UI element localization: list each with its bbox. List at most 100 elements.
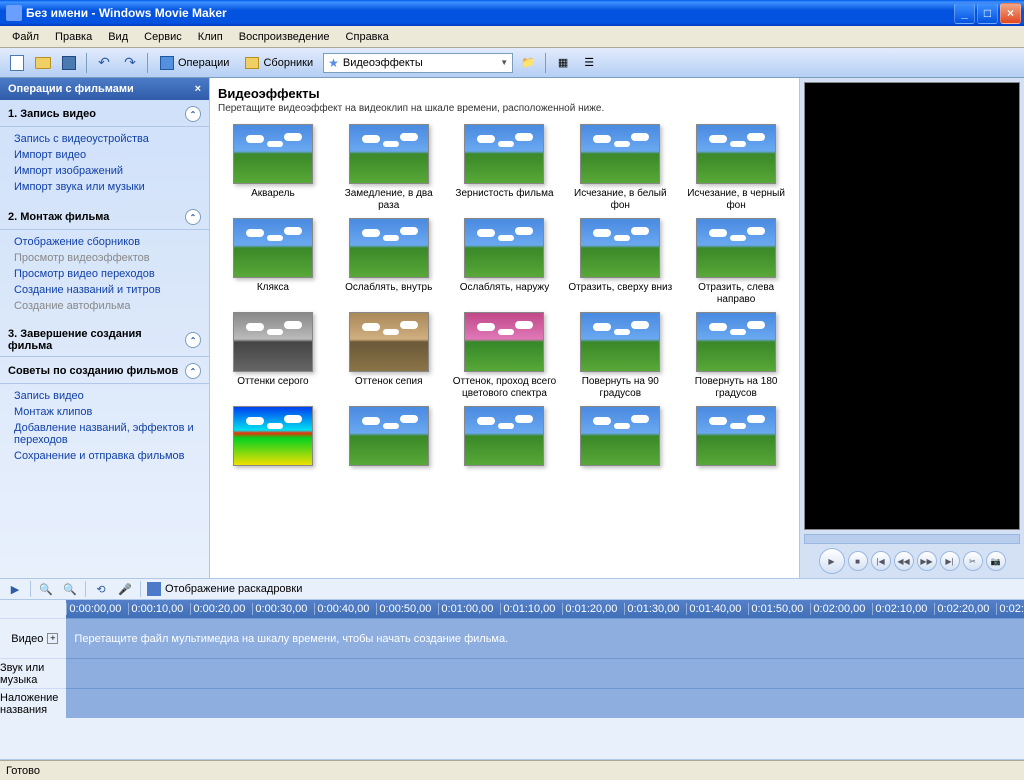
effect-item[interactable]: Ослаблять, наружу — [450, 218, 560, 306]
collapse-button[interactable]: ⌃ — [185, 363, 201, 379]
effect-item[interactable]: Исчезание, в черный фон — [681, 124, 791, 212]
effect-thumbnail — [696, 124, 776, 184]
sidebar-link[interactable]: Запись с видеоустройства — [14, 131, 201, 147]
time-tick: 0:00:20,00 — [190, 603, 252, 615]
sidebar-link[interactable]: Монтаж клипов — [14, 404, 201, 420]
up-button[interactable]: 📁 — [517, 52, 539, 74]
open-button[interactable] — [32, 52, 54, 74]
sidebar-close-button[interactable]: × — [195, 83, 201, 95]
menu-item[interactable]: Справка — [338, 29, 397, 45]
location-dropdown[interactable]: ★ Видеоэффекты ▼ — [323, 53, 513, 73]
menu-item[interactable]: Сервис — [136, 29, 190, 45]
status-text: Готово — [6, 765, 40, 777]
save-icon — [62, 56, 76, 70]
maximize-button[interactable]: □ — [977, 3, 998, 24]
next-button[interactable]: ▶| — [940, 551, 960, 571]
undo-button[interactable]: ↶ — [93, 52, 115, 74]
timeline-play-button[interactable]: ▶ — [6, 580, 24, 598]
view-details-button[interactable]: ☰ — [578, 52, 600, 74]
sidebar-section-header: 2. Монтаж фильма⌃ — [0, 203, 209, 230]
forward-button[interactable]: ▶▶ — [917, 551, 937, 571]
expand-video-button[interactable]: + — [47, 633, 58, 644]
split-button[interactable]: ✂ — [963, 551, 983, 571]
separator — [30, 581, 31, 597]
effect-item[interactable]: Отразить, сверху вниз — [565, 218, 675, 306]
stop-button[interactable]: ■ — [848, 551, 868, 571]
play-button[interactable]: ▶ — [819, 548, 845, 574]
effect-item[interactable]: Замедление, в два раза — [334, 124, 444, 212]
tasks-button[interactable]: Операции — [154, 54, 235, 72]
menu-item[interactable]: Клип — [190, 29, 231, 45]
view-thumbs-button[interactable]: ▦ — [552, 52, 574, 74]
menu-item[interactable]: Вид — [100, 29, 136, 45]
time-ruler[interactable]: 0:00:00,000:00:10,000:00:20,000:00:30,00… — [66, 600, 1024, 618]
effect-item[interactable]: Оттенок, проход всего цветового спектра — [450, 312, 560, 400]
menu-item[interactable]: Правка — [47, 29, 100, 45]
rewind-button[interactable]: ◀◀ — [894, 551, 914, 571]
effect-item[interactable]: Оттенки серого — [218, 312, 328, 400]
effect-item[interactable] — [565, 406, 675, 494]
redo-button[interactable]: ↷ — [119, 52, 141, 74]
save-button[interactable] — [58, 52, 80, 74]
effect-item[interactable]: Повернуть на 180 градусов — [681, 312, 791, 400]
tracks-area[interactable]: 0:00:00,000:00:10,000:00:20,000:00:30,00… — [66, 600, 1024, 759]
narrate-button[interactable]: 🎤 — [116, 580, 134, 598]
storyboard-toggle[interactable]: Отображение раскадровки — [147, 582, 302, 596]
effect-item[interactable] — [218, 406, 328, 494]
new-button[interactable] — [6, 52, 28, 74]
undo-icon: ↶ — [98, 54, 110, 71]
collapse-button[interactable]: ⌃ — [185, 332, 201, 348]
zoom-out-button[interactable]: 🔍 — [61, 580, 79, 598]
effect-label: Замедление, в два раза — [334, 188, 444, 212]
sidebar-link[interactable]: Запись видео — [14, 388, 201, 404]
effect-item[interactable]: Зернистость фильма — [450, 124, 560, 212]
time-tick: 0:01:10,00 — [500, 603, 562, 615]
tasks-label: Операции — [178, 57, 229, 69]
sidebar-link[interactable]: Импорт звука или музыки — [14, 179, 201, 195]
title-track[interactable] — [66, 688, 1024, 718]
effect-label — [565, 470, 675, 494]
sidebar-section-header: 1. Запись видео⌃ — [0, 100, 209, 127]
close-button[interactable]: × — [1000, 3, 1021, 24]
time-tick: 0:00:00,00 — [66, 603, 128, 615]
effect-thumbnail — [233, 124, 313, 184]
effect-item[interactable]: Повернуть на 90 градусов — [565, 312, 675, 400]
effect-item[interactable]: Акварель — [218, 124, 328, 212]
seek-bar[interactable] — [804, 534, 1020, 544]
sidebar-link[interactable]: Импорт видео — [14, 147, 201, 163]
effect-thumbnail — [464, 124, 544, 184]
effect-item[interactable]: Отразить, слева направо — [681, 218, 791, 306]
minimize-button[interactable]: _ — [954, 3, 975, 24]
effect-thumbnail — [349, 406, 429, 466]
time-tick: 0:00:10,00 — [128, 603, 190, 615]
audio-track[interactable] — [66, 658, 1024, 688]
sidebar-link[interactable]: Сохранение и отправка фильмов — [14, 448, 201, 464]
collections-button[interactable]: Сборники — [239, 55, 319, 71]
effect-item[interactable]: Ослаблять, внутрь — [334, 218, 444, 306]
menu-item[interactable]: Воспроизведение — [231, 29, 338, 45]
sidebar-link[interactable]: Импорт изображений — [14, 163, 201, 179]
effect-label — [334, 470, 444, 494]
rewind-timeline-button[interactable]: ⟲ — [92, 580, 110, 598]
sidebar-link[interactable]: Создание названий и титров — [14, 282, 201, 298]
collapse-button[interactable]: ⌃ — [185, 106, 201, 122]
video-track[interactable]: Перетащите файл мультимедиа на шкалу вре… — [66, 618, 1024, 658]
sidebar-link[interactable]: Отображение сборников — [14, 234, 201, 250]
time-tick: 0:01:20,00 — [562, 603, 624, 615]
menu-item[interactable]: Файл — [4, 29, 47, 45]
window-title: Без имени - Windows Movie Maker — [26, 6, 954, 20]
sidebar-link[interactable]: Просмотр видео переходов — [14, 266, 201, 282]
prev-button[interactable]: |◀ — [871, 551, 891, 571]
time-tick: 0:02:00,00 — [810, 603, 872, 615]
snapshot-button[interactable]: 📷 — [986, 551, 1006, 571]
effect-item[interactable]: Клякса — [218, 218, 328, 306]
effect-item[interactable] — [334, 406, 444, 494]
zoom-in-button[interactable]: 🔍 — [37, 580, 55, 598]
effect-item[interactable]: Исчезание, в белый фон — [565, 124, 675, 212]
chevron-down-icon: ▼ — [500, 58, 508, 67]
collapse-button[interactable]: ⌃ — [185, 209, 201, 225]
effect-item[interactable] — [450, 406, 560, 494]
effect-item[interactable] — [681, 406, 791, 494]
effect-item[interactable]: Оттенок сепия — [334, 312, 444, 400]
sidebar-link[interactable]: Добавление названий, эффектов и переходо… — [14, 420, 201, 448]
